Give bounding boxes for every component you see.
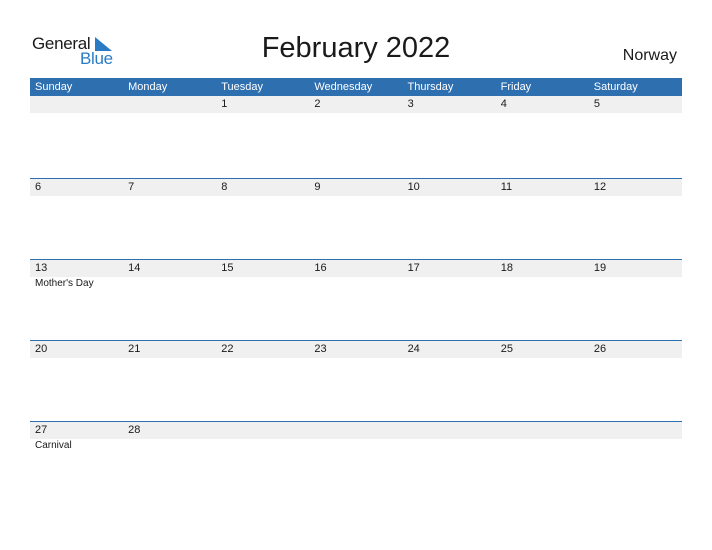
day-number: 21 bbox=[128, 343, 141, 355]
day-number: 4 bbox=[500, 98, 507, 110]
week-row: 27 Carnival 28 bbox=[30, 421, 682, 502]
day-cell[interactable]: 9 bbox=[309, 179, 402, 259]
day-cell[interactable]: 20 bbox=[30, 341, 123, 421]
day-number: 26 bbox=[593, 343, 607, 355]
day-cell[interactable]: 6 bbox=[30, 179, 123, 259]
day-cell[interactable]: 8 bbox=[216, 179, 309, 259]
day-cell[interactable]: 26 bbox=[589, 341, 682, 421]
day-number: 22 bbox=[221, 343, 234, 355]
weekday-header: Sunday Monday Tuesday Wednesday Thursday… bbox=[30, 78, 682, 96]
day-cell[interactable]: 16 bbox=[309, 260, 402, 340]
day-cell[interactable]: 10 bbox=[403, 179, 496, 259]
day-cell[interactable]: 28 bbox=[123, 422, 216, 502]
day-number: 25 bbox=[500, 343, 513, 355]
day-cell[interactable]: 1 bbox=[216, 96, 309, 176]
day-cell[interactable]: 24 bbox=[403, 341, 496, 421]
weekday-thursday: Thursday bbox=[407, 81, 454, 93]
day-number: 1 bbox=[221, 98, 228, 110]
day-cell[interactable]: 4 bbox=[496, 96, 589, 176]
day-cell[interactable] bbox=[30, 96, 123, 176]
day-cell[interactable]: 27 Carnival bbox=[30, 422, 123, 502]
day-cell[interactable] bbox=[589, 422, 682, 502]
day-cell[interactable]: 25 bbox=[496, 341, 589, 421]
day-number: 19 bbox=[593, 262, 607, 274]
day-cell[interactable]: 15 bbox=[216, 260, 309, 340]
day-number: 28 bbox=[128, 424, 141, 436]
day-cell[interactable]: 2 bbox=[309, 96, 402, 176]
day-cell[interactable]: 21 bbox=[123, 341, 216, 421]
day-cell[interactable] bbox=[309, 422, 402, 502]
day-cell[interactable]: 22 bbox=[216, 341, 309, 421]
day-cell[interactable]: 13 Mother's Day bbox=[30, 260, 123, 340]
day-number: 18 bbox=[500, 262, 513, 274]
day-number: 8 bbox=[221, 181, 228, 193]
day-number: 11 bbox=[500, 181, 513, 193]
day-number: 3 bbox=[407, 98, 414, 110]
day-cell[interactable]: 7 bbox=[123, 179, 216, 259]
day-number: 10 bbox=[407, 181, 420, 193]
calendar-title: February 2022 bbox=[261, 32, 451, 64]
day-cell[interactable] bbox=[216, 422, 309, 502]
holiday-label: Carnival bbox=[35, 440, 72, 451]
day-number: 2 bbox=[314, 98, 321, 110]
day-cell[interactable] bbox=[123, 96, 216, 176]
day-number: 12 bbox=[593, 181, 607, 193]
weekday-friday: Friday bbox=[500, 81, 532, 93]
day-cell[interactable] bbox=[403, 422, 496, 502]
week-row: 20 21 22 23 24 25 26 bbox=[30, 340, 682, 421]
week-row: 1 2 3 4 5 bbox=[30, 96, 682, 177]
weekday-sunday: Sunday bbox=[35, 81, 73, 93]
week-row: 6 7 8 9 10 11 12 bbox=[30, 178, 682, 259]
day-number: 24 bbox=[407, 343, 420, 355]
day-cell[interactable] bbox=[496, 422, 589, 502]
day-cell[interactable]: 17 bbox=[403, 260, 496, 340]
day-number: 6 bbox=[35, 181, 42, 193]
day-number: 16 bbox=[314, 262, 327, 274]
day-number: 20 bbox=[35, 343, 48, 355]
day-number: 15 bbox=[221, 262, 234, 274]
day-cell[interactable]: 19 bbox=[589, 260, 682, 340]
weekday-wednesday: Wednesday bbox=[314, 81, 373, 93]
week-row: 13 Mother's Day 14 15 16 17 18 19 bbox=[30, 259, 682, 340]
day-cell[interactable]: 3 bbox=[403, 96, 496, 176]
day-cell[interactable]: 12 bbox=[589, 179, 682, 259]
weekday-tuesday: Tuesday bbox=[221, 81, 264, 93]
day-cell[interactable]: 14 bbox=[123, 260, 216, 340]
day-cell[interactable]: 23 bbox=[309, 341, 402, 421]
day-number: 17 bbox=[407, 262, 420, 274]
day-number: 9 bbox=[314, 181, 321, 193]
day-cell[interactable]: 18 bbox=[496, 260, 589, 340]
holiday-label: Mother's Day bbox=[35, 278, 94, 289]
weekday-saturday: Saturday bbox=[593, 81, 638, 93]
country-label: Norway bbox=[622, 47, 677, 64]
day-cell[interactable]: 5 bbox=[589, 96, 682, 176]
weekday-monday: Monday bbox=[128, 81, 168, 93]
day-number: 13 bbox=[35, 262, 48, 274]
day-cell[interactable]: 11 bbox=[496, 179, 589, 259]
day-number: 14 bbox=[128, 262, 141, 274]
day-number: 7 bbox=[128, 181, 135, 193]
day-number: 5 bbox=[593, 98, 600, 110]
day-number: 23 bbox=[314, 343, 327, 355]
day-number: 27 bbox=[35, 424, 48, 436]
